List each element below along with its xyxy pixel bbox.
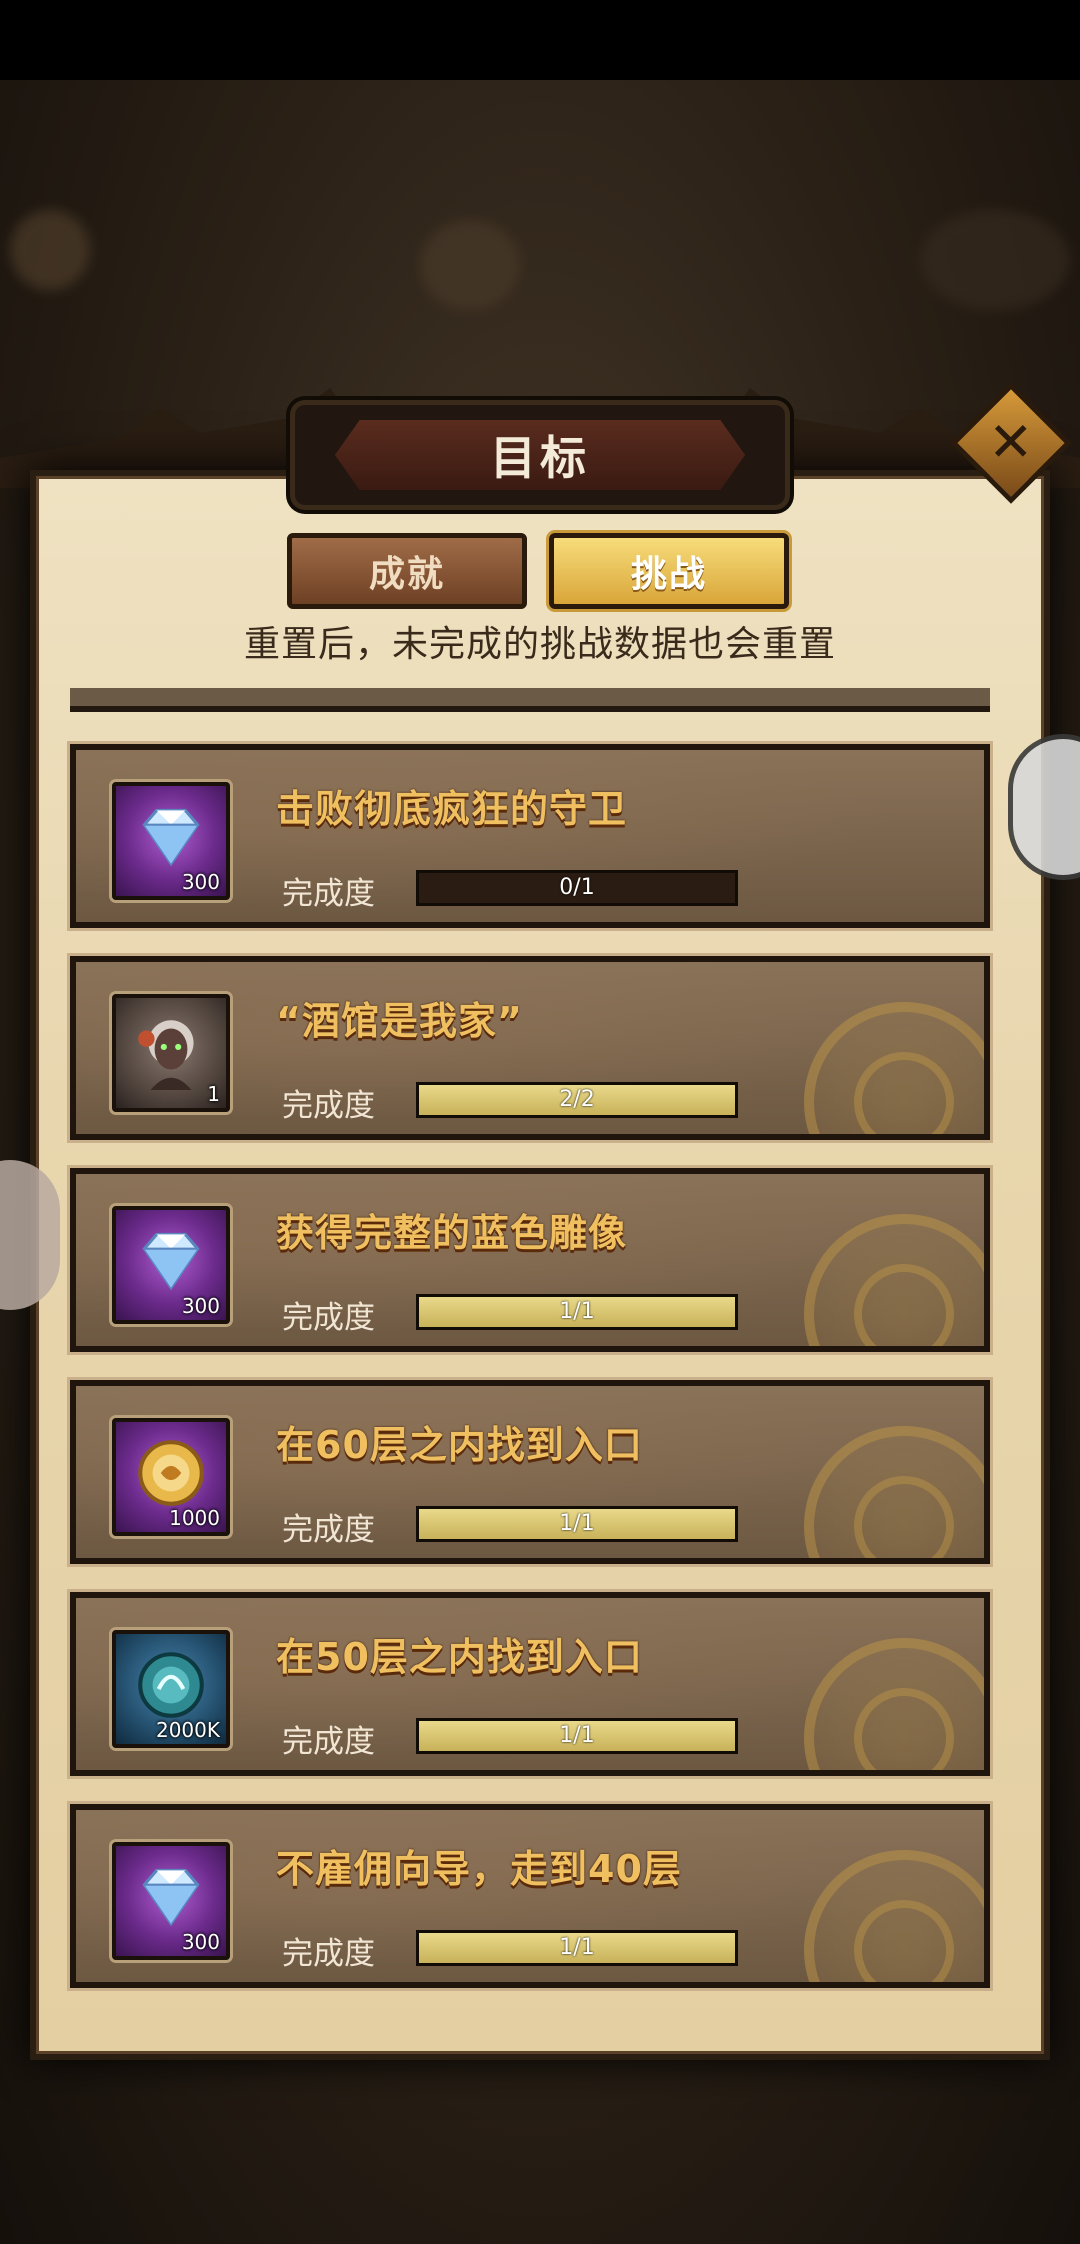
tab-challenges[interactable]: 挑战 xyxy=(549,533,789,609)
completed-seal-icon xyxy=(804,1850,984,1982)
completed-seal-icon xyxy=(804,1426,984,1558)
progress-bar: 1/1 xyxy=(416,1506,738,1542)
progress-label: 完成度 xyxy=(282,1512,375,1548)
completed-seal-icon xyxy=(804,1002,984,1134)
progress-label: 完成度 xyxy=(282,1088,375,1124)
list-item: 300 获得完整的蓝色雕像完成度 1/1 xyxy=(70,1168,990,1352)
reward-quantity: 300 xyxy=(181,870,220,894)
progress-bar: 0/1 xyxy=(416,870,738,906)
floating-assistant-button[interactable] xyxy=(1008,734,1080,880)
reward-quantity: 2000K xyxy=(155,1718,220,1742)
reward-slot[interactable]: 300 xyxy=(112,1842,230,1960)
reward-quantity: 1 xyxy=(207,1082,220,1106)
reset-notice: 重置后，未完成的挑战数据也会重置 xyxy=(243,624,836,665)
progress-text: 0/1 xyxy=(559,875,595,900)
challenge-list[interactable]: 300 击败彻底疯狂的守卫完成度 0/1 1 “酒馆是我家” 完成度 2/2 300 获得完整的… xyxy=(60,688,1010,2008)
list-item: 1000 在60层之内找到入口完成度 1/1 xyxy=(70,1380,990,1564)
progress-label: 完成度 xyxy=(282,1936,375,1972)
progress-text: 1/1 xyxy=(559,1511,595,1536)
progress-text: 2/2 xyxy=(559,1087,595,1112)
challenge-title: 获得完整的蓝色雕像 xyxy=(276,1211,628,1255)
progress-label: 完成度 xyxy=(282,1724,375,1760)
progress-text: 1/1 xyxy=(559,1935,595,1960)
progress-bar: 2/2 xyxy=(416,1082,738,1118)
reward-quantity: 300 xyxy=(181,1930,220,1954)
challenge-title: 在50层之内找到入口 xyxy=(276,1635,643,1679)
list-item: 300 击败彻底疯狂的守卫完成度 0/1 xyxy=(70,744,990,928)
reward-slot[interactable]: 1 xyxy=(112,994,230,1112)
reward-quantity: 300 xyxy=(181,1294,220,1318)
progress-bar: 1/1 xyxy=(416,1294,738,1330)
completed-seal-icon xyxy=(804,1214,984,1346)
list-item: 300 不雇佣向导，走到40层完成度 1/1 xyxy=(70,1804,990,1988)
reward-slot[interactable]: 300 xyxy=(112,782,230,900)
title-plate: 目标 xyxy=(295,405,785,505)
list-item: 2000K 在50层之内找到入口完成度 1/1 xyxy=(70,1592,990,1776)
reward-slot[interactable]: 1000 xyxy=(112,1418,230,1536)
completed-seal-icon xyxy=(804,1638,984,1770)
challenge-title: 击败彻底疯狂的守卫 xyxy=(276,787,628,831)
reward-slot[interactable]: 300 xyxy=(112,1206,230,1324)
progress-bar: 1/1 xyxy=(416,1718,738,1754)
progress-label: 完成度 xyxy=(282,876,375,912)
tab-achievements[interactable]: 成就 xyxy=(287,533,527,609)
list-item: 1 “酒馆是我家” 完成度 2/2 xyxy=(70,956,990,1140)
list-item-partial xyxy=(70,688,990,712)
challenge-title: “酒馆是我家” xyxy=(276,999,523,1043)
close-icon: ✕ xyxy=(988,411,1034,474)
reward-slot[interactable]: 2000K xyxy=(112,1630,230,1748)
page-title: 目标 xyxy=(490,431,590,485)
progress-text: 1/1 xyxy=(559,1299,595,1324)
reward-quantity: 1000 xyxy=(169,1506,220,1530)
challenge-title: 不雇佣向导，走到40层 xyxy=(276,1847,682,1891)
challenge-title: 在60层之内找到入口 xyxy=(276,1423,643,1467)
status-bar xyxy=(0,0,1080,80)
floating-edge-button[interactable] xyxy=(0,1160,60,1310)
progress-text: 1/1 xyxy=(559,1723,595,1748)
progress-bar: 1/1 xyxy=(416,1930,738,1966)
progress-label: 完成度 xyxy=(282,1300,375,1336)
